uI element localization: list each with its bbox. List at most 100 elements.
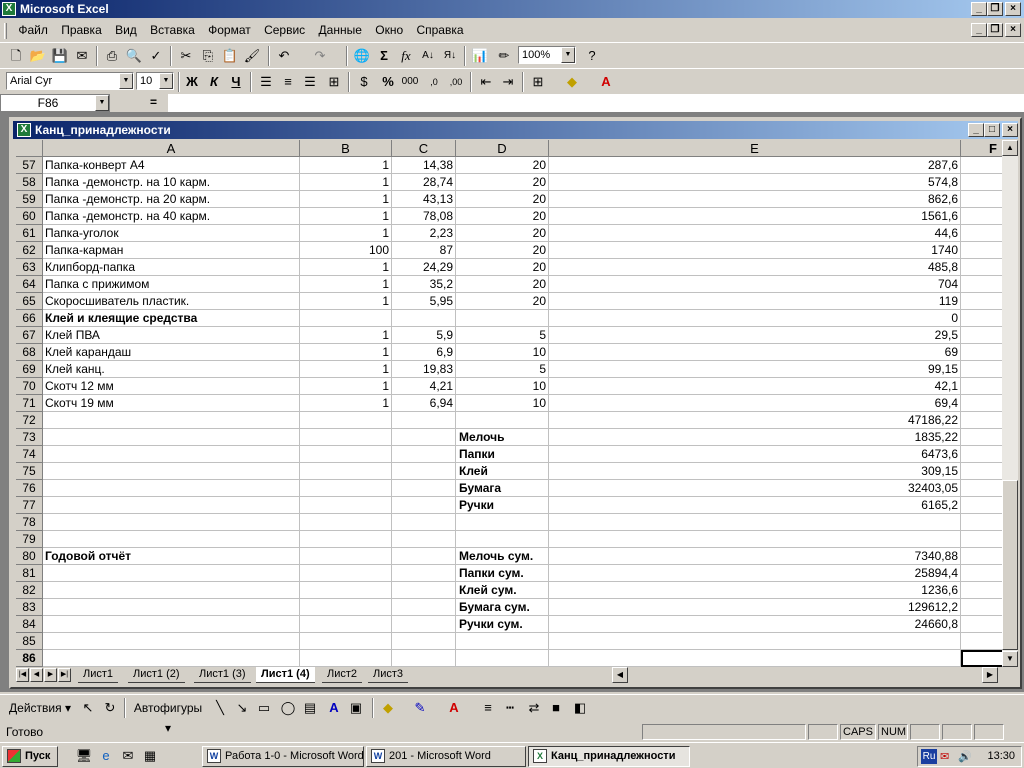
taskbar-excel[interactable]: X Канц_принадлежности xyxy=(528,746,690,767)
drawing-icon[interactable]: ✏ xyxy=(494,46,514,66)
cell-f[interactable] xyxy=(961,531,1002,548)
column-header[interactable]: D xyxy=(456,140,549,157)
cell-e[interactable]: 862,6 xyxy=(549,191,961,208)
cell-d[interactable]: 10 xyxy=(456,344,549,361)
scroll-down-icon[interactable]: ▼ xyxy=(1002,651,1018,667)
row-header[interactable]: 67 xyxy=(16,327,43,344)
format-painter-icon[interactable]: 🖌 xyxy=(242,46,262,66)
pointer-icon[interactable]: ↖ xyxy=(78,698,98,718)
merge-center-icon[interactable]: ⊞ xyxy=(324,72,344,92)
column-header[interactable]: B xyxy=(300,140,392,157)
spreadsheet-grid[interactable]: A B C D E F 57 Папка-конверт А4 1 14,38 20 287,6 58 П… xyxy=(16,140,1002,667)
cell-c[interactable]: 6,9 xyxy=(392,344,456,361)
mail-icon[interactable]: ✉ xyxy=(72,46,92,66)
decrease-decimal-icon[interactable]: ,00 xyxy=(446,72,466,92)
cell-c[interactable] xyxy=(392,616,456,633)
cell-e[interactable] xyxy=(549,514,961,531)
new-icon[interactable]: 🗋 xyxy=(6,46,26,66)
cell-d[interactable]: 20 xyxy=(456,191,549,208)
clipart-icon[interactable]: ▣ xyxy=(346,698,366,718)
cell-a[interactable] xyxy=(43,650,300,667)
cell-a[interactable]: Клей и клеящие средства xyxy=(43,310,300,327)
cell-c[interactable]: 87 xyxy=(392,242,456,259)
cell-f[interactable] xyxy=(961,446,1002,463)
cell-a[interactable] xyxy=(43,514,300,531)
menu-format[interactable]: Формат xyxy=(203,19,256,41)
chevron-down-icon[interactable]: ▼ xyxy=(159,73,173,89)
line-style-icon[interactable]: ≡ xyxy=(478,698,498,718)
row-header[interactable]: 71 xyxy=(16,395,43,412)
cell-a[interactable] xyxy=(43,497,300,514)
cell-c[interactable] xyxy=(392,633,456,650)
sheet-tab[interactable]: Лист1 xyxy=(78,667,119,683)
cell-f[interactable] xyxy=(961,599,1002,616)
cell-b[interactable] xyxy=(300,310,392,327)
cell-f[interactable] xyxy=(961,497,1002,514)
rectangle-icon[interactable]: ▭ xyxy=(254,698,274,718)
save-icon[interactable]: 💾 xyxy=(50,46,70,66)
cell-d[interactable] xyxy=(456,310,549,327)
cell-b[interactable]: 1 xyxy=(300,276,392,293)
cell-e[interactable]: 704 xyxy=(549,276,961,293)
actions-menu[interactable]: Действия ▾ xyxy=(8,698,72,718)
shadow-icon[interactable]: ■ xyxy=(546,698,566,718)
book-restore-button[interactable]: ❐ xyxy=(987,23,1003,37)
autosum-icon[interactable]: Σ xyxy=(374,46,394,66)
last-sheet-icon[interactable]: ▶| xyxy=(58,668,71,682)
cell-b[interactable] xyxy=(300,446,392,463)
cell-b[interactable]: 1 xyxy=(300,293,392,310)
cell-c[interactable]: 35,2 xyxy=(392,276,456,293)
row-header[interactable]: 61 xyxy=(16,225,43,242)
dash-style-icon[interactable]: ┅ xyxy=(500,698,520,718)
cell-c[interactable]: 2,23 xyxy=(392,225,456,242)
cell-f[interactable] xyxy=(961,463,1002,480)
hyperlink-icon[interactable]: 🌐 xyxy=(352,46,372,66)
font-size-combo[interactable]: 10 ▼ xyxy=(136,72,174,90)
scroll-right-icon[interactable]: ▶ xyxy=(982,667,998,683)
cell-f[interactable] xyxy=(961,361,1002,378)
row-header[interactable]: 76 xyxy=(16,480,43,497)
row-header[interactable]: 72 xyxy=(16,412,43,429)
column-header[interactable]: F xyxy=(961,140,1002,157)
cell-f[interactable] xyxy=(961,565,1002,582)
fill-color-icon[interactable]: ◆ xyxy=(562,72,582,92)
cell-e[interactable]: 1740 xyxy=(549,242,961,259)
row-header[interactable]: 75 xyxy=(16,463,43,480)
cell-c[interactable]: 19,83 xyxy=(392,361,456,378)
internet-explorer-icon[interactable]: e xyxy=(96,746,116,766)
row-header[interactable]: 84 xyxy=(16,616,43,633)
arrow-icon[interactable]: ↘ xyxy=(232,698,252,718)
cell-d[interactable]: 20 xyxy=(456,259,549,276)
undo-icon[interactable]: ↶ xyxy=(274,46,294,66)
copy-icon[interactable]: ⎘ xyxy=(198,46,218,66)
cell-a[interactable]: Папка -демонстр. на 40 карм. xyxy=(43,208,300,225)
autoshapes-menu[interactable]: Автофигуры ▾ xyxy=(130,698,206,735)
active-cell[interactable] xyxy=(961,650,1002,667)
cell-e[interactable]: 69,4 xyxy=(549,395,961,412)
textbox-icon[interactable]: ▤ xyxy=(300,698,320,718)
cell-b[interactable] xyxy=(300,412,392,429)
row-header[interactable]: 70 xyxy=(16,378,43,395)
row-header[interactable]: 57 xyxy=(16,157,43,174)
cell-e[interactable]: 1236,6 xyxy=(549,582,961,599)
zoom-combo[interactable]: 100% ▼ xyxy=(518,46,576,64)
cell-c[interactable]: 24,29 xyxy=(392,259,456,276)
cell-d[interactable]: 20 xyxy=(456,242,549,259)
vertical-scrollbar[interactable]: ▲ ▼ xyxy=(1002,140,1018,667)
cell-e[interactable]: 1561,6 xyxy=(549,208,961,225)
cell-a[interactable] xyxy=(43,565,300,582)
cell-e[interactable]: 6165,2 xyxy=(549,497,961,514)
cell-b[interactable]: 1 xyxy=(300,344,392,361)
cell-b[interactable] xyxy=(300,548,392,565)
cell-f[interactable] xyxy=(961,378,1002,395)
borders-icon[interactable]: ⊞ xyxy=(528,72,548,92)
menu-tools[interactable]: Сервис xyxy=(259,19,310,41)
cell-a[interactable]: Годовой отчёт xyxy=(43,548,300,565)
cell-a[interactable]: Папка-уголок xyxy=(43,225,300,242)
cell-e[interactable]: 0 xyxy=(549,310,961,327)
book-close-button[interactable]: × xyxy=(1005,23,1021,37)
underline-icon[interactable]: Ч xyxy=(226,72,246,92)
align-center-icon[interactable]: ≡ xyxy=(278,72,298,92)
cell-c[interactable]: 78,08 xyxy=(392,208,456,225)
cell-b[interactable] xyxy=(300,514,392,531)
